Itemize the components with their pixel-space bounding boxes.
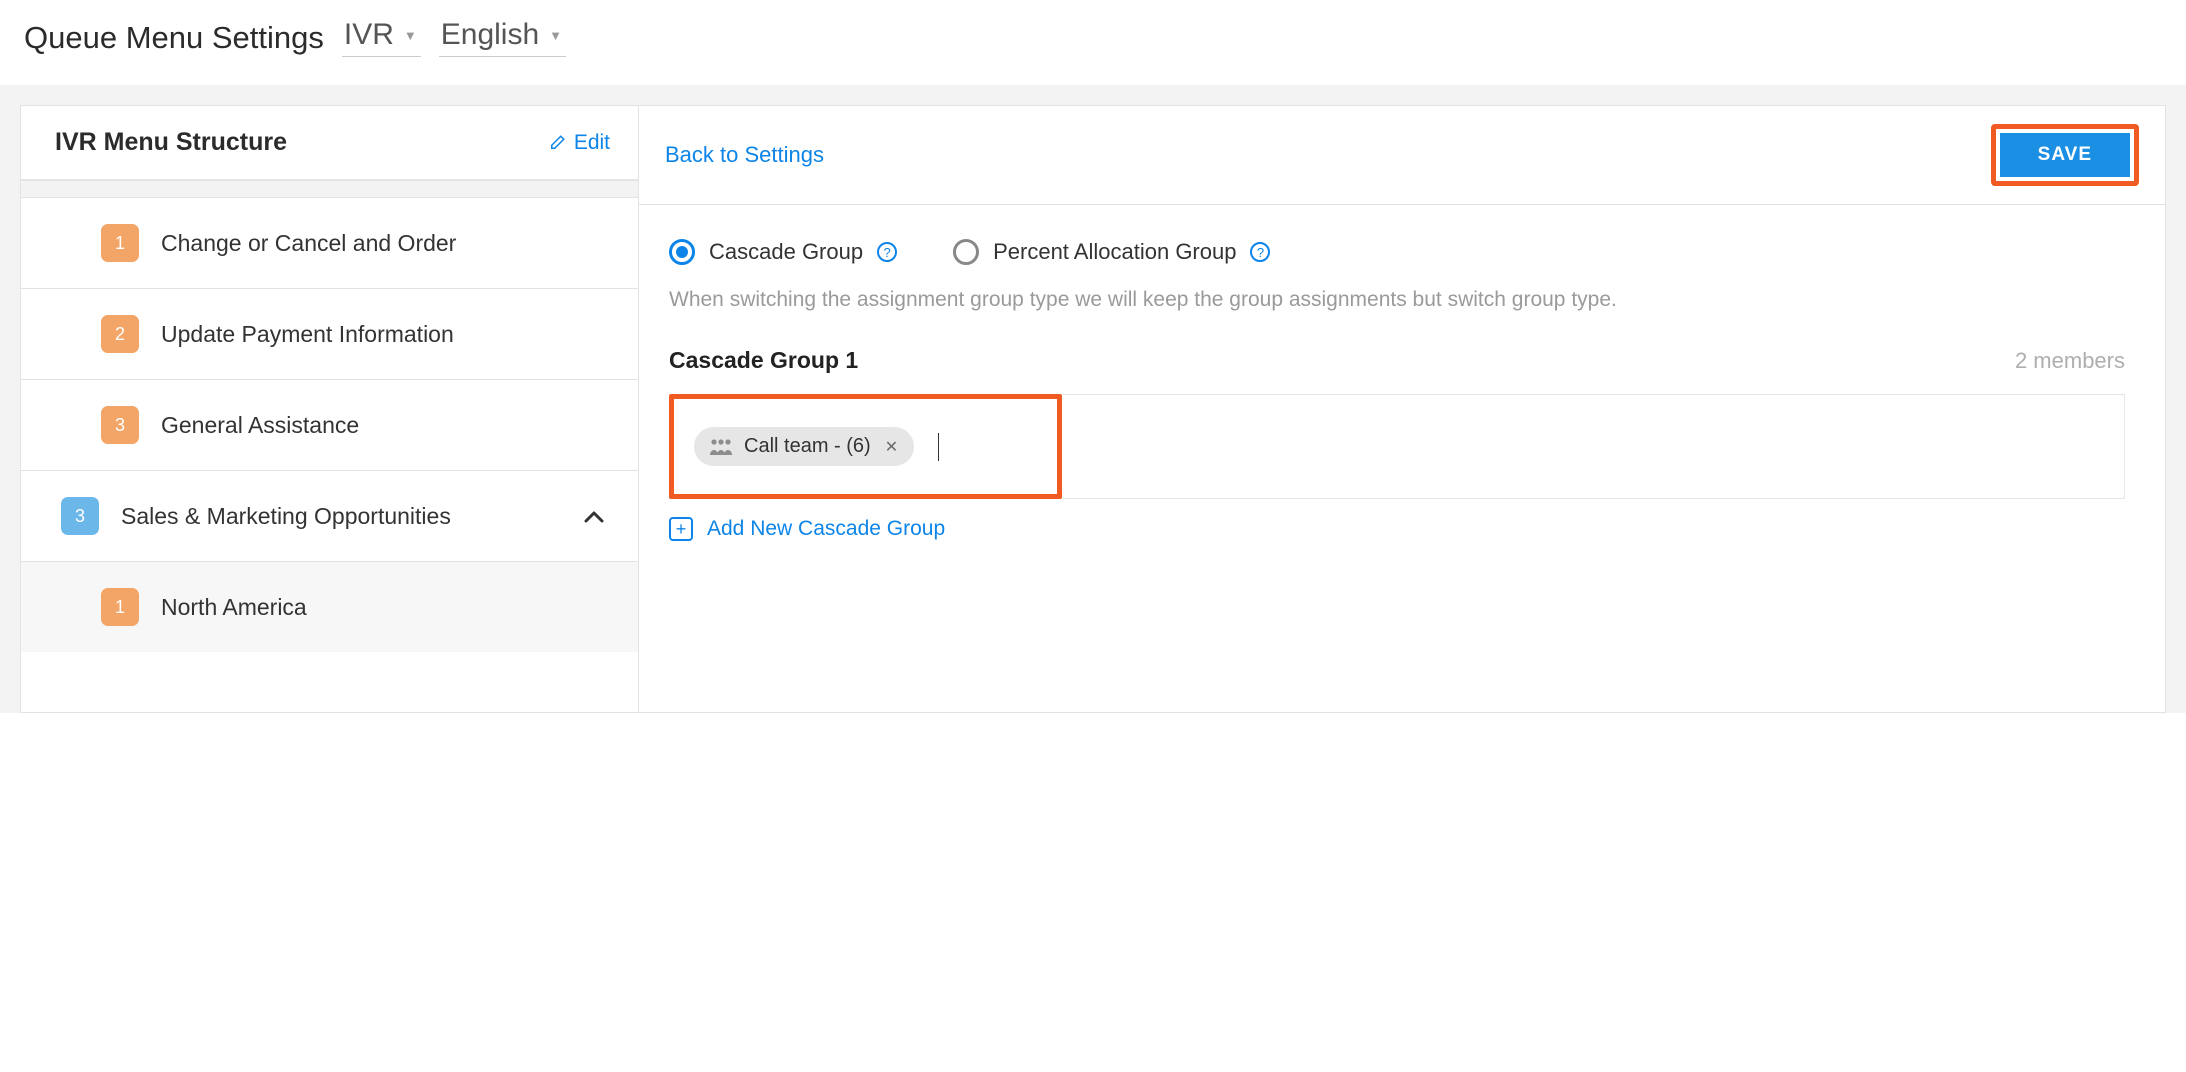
menu-item-label: General Assistance (161, 412, 612, 439)
radio-icon (953, 239, 979, 265)
help-icon[interactable]: ? (877, 242, 897, 262)
group-head: Cascade Group 1 2 members (669, 347, 2125, 374)
menu-gap (21, 180, 638, 198)
radio-label: Percent Allocation Group (993, 239, 1236, 265)
page-title: Queue Menu Settings (24, 20, 324, 56)
radio-cascade-group[interactable]: Cascade Group ? (669, 239, 897, 265)
chip-input-highlight[interactable]: Call team - (6) ✕ (669, 394, 1062, 499)
right-header: Back to Settings SAVE (639, 106, 2165, 205)
chip-row: Call team - (6) ✕ (669, 394, 2125, 499)
chevron-down-icon: ▼ (404, 28, 417, 43)
hint-text: When switching the assignment group type… (669, 285, 2125, 315)
left-header: IVR Menu Structure Edit (21, 106, 638, 180)
num-badge: 1 (101, 588, 139, 626)
main-panel: IVR Menu Structure Edit 1 Change or Canc… (20, 105, 2166, 713)
ivr-dropdown[interactable]: IVR ▼ (342, 18, 421, 57)
num-badge: 3 (61, 497, 99, 535)
menu-item-label: Update Payment Information (161, 321, 612, 348)
menu-item-label: North America (161, 594, 612, 621)
radio-label: Cascade Group (709, 239, 863, 265)
menu-item-sales-marketing[interactable]: 3 Sales & Marketing Opportunities (21, 471, 638, 562)
back-link[interactable]: Back to Settings (665, 142, 824, 168)
radio-percent-allocation[interactable]: Percent Allocation Group ? (953, 239, 1270, 265)
pencil-icon (548, 134, 566, 152)
member-chip: Call team - (6) ✕ (694, 427, 914, 466)
chevron-down-icon: ▼ (549, 28, 562, 43)
left-column: IVR Menu Structure Edit 1 Change or Canc… (21, 106, 639, 712)
menu-item-payment[interactable]: 2 Update Payment Information (21, 289, 638, 380)
right-column: Back to Settings SAVE Cascade Group ? Pe… (639, 106, 2165, 712)
left-title: IVR Menu Structure (55, 128, 287, 157)
menu-item-north-america[interactable]: 1 North America (21, 562, 638, 652)
content-area: IVR Menu Structure Edit 1 Change or Canc… (0, 85, 2186, 713)
group-title: Cascade Group 1 (669, 347, 858, 374)
menu-item-label: Change or Cancel and Order (161, 230, 612, 257)
add-cascade-group[interactable]: + Add New Cascade Group (669, 517, 2125, 541)
close-icon[interactable]: ✕ (881, 437, 898, 457)
num-badge: 3 (101, 406, 139, 444)
help-icon[interactable]: ? (1250, 242, 1270, 262)
menu-list: 1 Change or Cancel and Order 2 Update Pa… (21, 198, 638, 652)
edit-button[interactable]: Edit (548, 131, 610, 155)
group-members: 2 members (2015, 348, 2125, 374)
text-cursor (938, 433, 939, 461)
right-body: Cascade Group ? Percent Allocation Group… (639, 205, 2165, 541)
num-badge: 2 (101, 315, 139, 353)
edit-label: Edit (574, 131, 610, 155)
plus-icon: + (669, 517, 693, 541)
radio-icon (669, 239, 695, 265)
ivr-dropdown-value: IVR (344, 18, 394, 52)
menu-item-general[interactable]: 3 General Assistance (21, 380, 638, 471)
add-label: Add New Cascade Group (707, 517, 945, 541)
chip-input-extend[interactable] (1062, 394, 2125, 499)
menu-item-change-order[interactable]: 1 Change or Cancel and Order (21, 198, 638, 289)
save-highlight: SAVE (1991, 124, 2139, 186)
menu-item-label: Sales & Marketing Opportunities (121, 503, 562, 530)
people-icon (708, 437, 734, 457)
language-dropdown-value: English (441, 18, 539, 52)
chevron-up-icon (584, 503, 612, 529)
language-dropdown[interactable]: English ▼ (439, 18, 566, 57)
chip-label: Call team - (6) (744, 435, 871, 458)
num-badge: 1 (101, 224, 139, 262)
group-type-radio-row: Cascade Group ? Percent Allocation Group… (669, 239, 2125, 265)
top-bar: Queue Menu Settings IVR ▼ English ▼ (0, 0, 2186, 85)
save-button[interactable]: SAVE (2000, 133, 2130, 177)
